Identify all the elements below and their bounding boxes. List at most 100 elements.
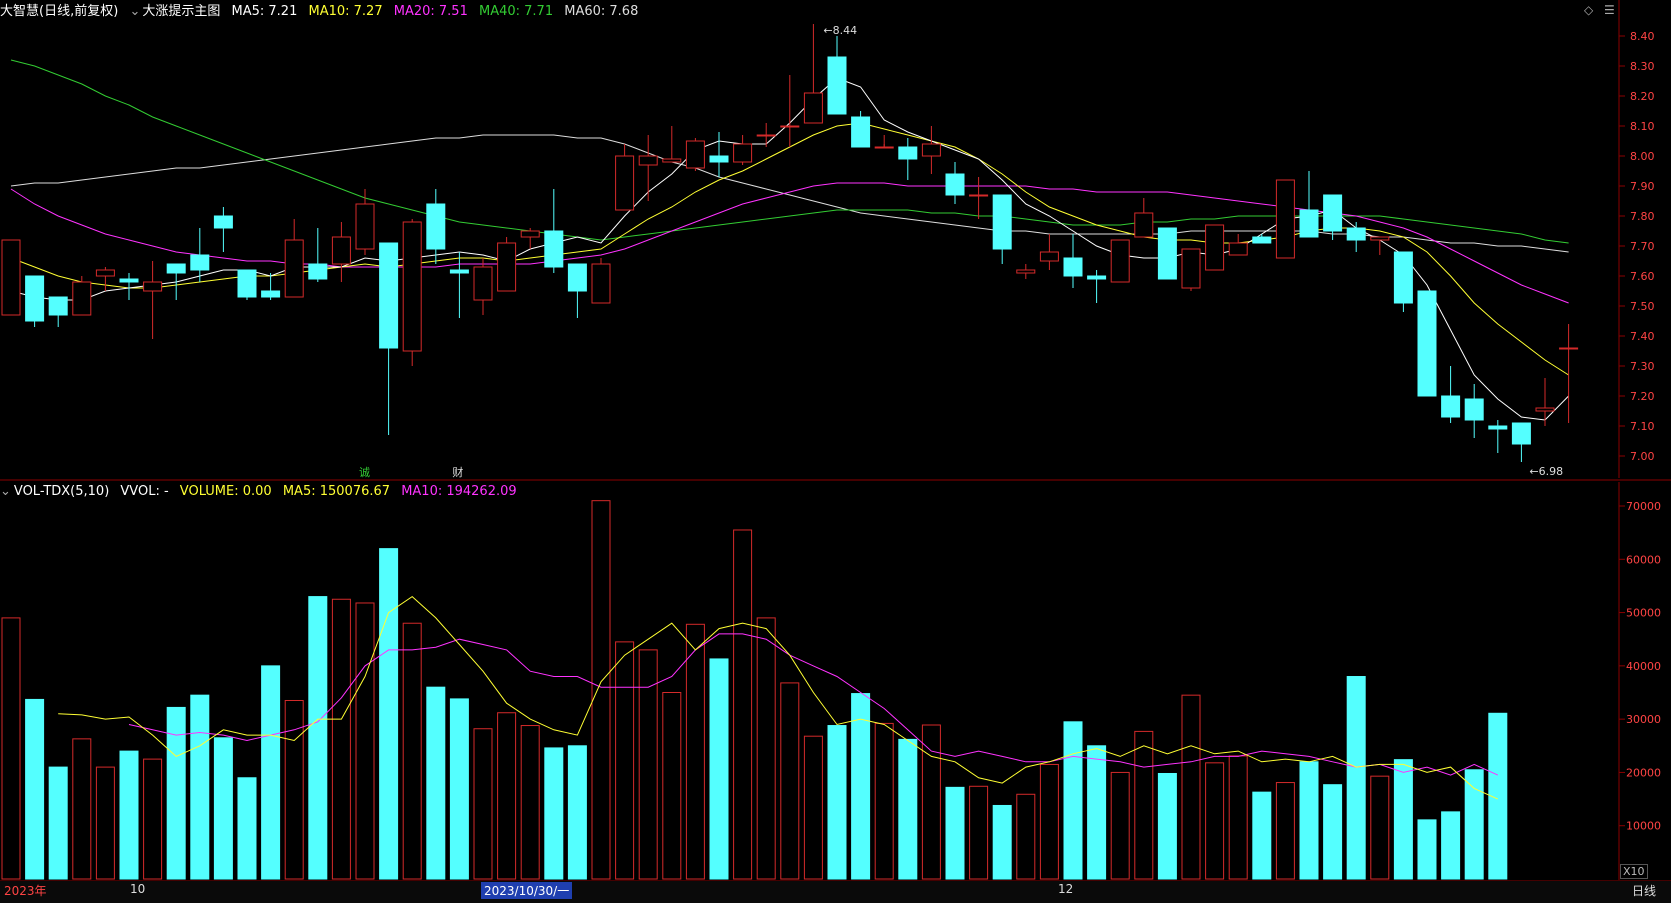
volume-bar	[969, 785, 989, 880]
candle-body	[72, 281, 92, 316]
volume-bar	[1299, 761, 1319, 880]
candle-body	[213, 215, 233, 229]
candle-body	[355, 203, 375, 250]
volume-bar	[355, 602, 375, 880]
volume-bar	[1, 617, 21, 880]
low-price-label: ←6.98	[1529, 465, 1563, 478]
price-tick-label: 8.00	[1630, 150, 1655, 163]
candle-body	[1110, 239, 1130, 283]
candle-body	[803, 92, 823, 124]
candle-body	[851, 116, 871, 148]
candle-body	[1488, 425, 1508, 430]
candle-body	[1, 239, 21, 316]
volume-bar	[261, 665, 281, 880]
candle-body	[945, 173, 965, 196]
volume-bar	[237, 777, 257, 880]
indicator-settings-icon[interactable]: ⌄	[129, 4, 140, 19]
chart-canvas[interactable]: 8.40 8.30 8.20 8.10 8.00 7.90 7.80 7.70 7.60 7.50…	[0, 0, 1671, 902]
candle-body	[544, 230, 564, 268]
candle-body	[567, 263, 587, 292]
candle-body	[95, 269, 115, 277]
volume-bar	[1087, 745, 1107, 880]
price-tick-label: 7.00	[1630, 450, 1655, 463]
volume-bar	[402, 622, 422, 880]
price-tick-label: 7.60	[1630, 270, 1655, 283]
price-tick-label: 7.70	[1630, 240, 1655, 253]
price-tick-label: 8.20	[1630, 90, 1655, 103]
volume-bar	[1252, 791, 1272, 880]
volume-bar	[803, 735, 823, 880]
candle-body	[1511, 422, 1531, 445]
main-chart-header: 大智慧(日线,前复权) ⌄ 大涨提示主图 MA5: 7.21 MA10: 7.27…	[0, 1, 645, 23]
volume-bar	[25, 698, 45, 880]
volume-indicator-name[interactable]: VOL-TDX(5,10)	[14, 484, 109, 499]
volume-bar	[544, 747, 564, 880]
vol-ma10-value: MA10: 194262.09	[401, 484, 517, 499]
candle-body	[497, 242, 517, 292]
menu-icon[interactable]: ☰	[1604, 3, 1615, 17]
x-axis-label-dec: 12	[1058, 882, 1074, 896]
candle-body	[119, 278, 139, 283]
candle-body	[1393, 251, 1413, 304]
candle-body	[1535, 407, 1555, 412]
volume-bar	[1063, 721, 1083, 880]
candle-body	[1087, 275, 1107, 280]
candle-body	[662, 158, 682, 163]
candle-body	[1181, 248, 1201, 289]
candle-body	[237, 269, 257, 298]
candle-body	[638, 155, 658, 166]
volume-bar	[520, 725, 540, 880]
volume-bar	[1205, 762, 1225, 880]
price-axis-ticks: 8.40 8.30 8.20 8.10 8.00 7.90 7.80 7.70 7.60 7.50…	[1619, 30, 1655, 463]
candle-body	[1323, 194, 1343, 232]
candle-body	[25, 275, 45, 322]
volume-bar	[709, 658, 729, 880]
event-marker-finance: 财	[452, 465, 463, 479]
diamond-icon[interactable]: ◇	[1584, 3, 1593, 17]
candle-body	[379, 242, 399, 349]
x-axis-label-year: 2023年	[4, 884, 47, 898]
period-selector-button[interactable]: 日线	[1620, 882, 1668, 900]
candle-body	[402, 221, 422, 352]
volume-bar	[48, 766, 68, 880]
candle-body	[520, 230, 540, 238]
candle-body	[1299, 209, 1319, 238]
ma60-value: MA60: 7.68	[564, 4, 639, 19]
candle-body	[261, 290, 281, 298]
vol-ma5-value: MA5: 150076.67	[282, 484, 391, 499]
candle-body	[827, 56, 847, 115]
candle-body	[969, 194, 989, 197]
candle-body	[166, 263, 186, 274]
volume-settings-icon[interactable]: ⌄	[0, 484, 11, 499]
volume-bar	[213, 737, 233, 880]
volume-bar	[827, 725, 847, 880]
volume-bar	[1157, 772, 1177, 880]
time-axis-bar[interactable]	[0, 880, 1671, 903]
volume-bars[interactable]	[1, 500, 1508, 880]
volume-bar	[166, 706, 186, 880]
volume-bar	[733, 529, 753, 880]
volume-bar	[1346, 676, 1366, 880]
candlestick-series[interactable]	[1, 24, 1579, 462]
volume-bar	[1181, 694, 1201, 880]
volume-tick-label: 30000	[1626, 713, 1661, 726]
candle-body	[1063, 257, 1083, 277]
adjust-mode[interactable]: (日线,前复权)	[39, 4, 118, 19]
volume-bar	[1417, 819, 1437, 880]
candle-body	[284, 239, 304, 298]
volume-bar	[72, 738, 92, 880]
candle-body	[1157, 227, 1177, 280]
candle-body	[615, 155, 635, 211]
volume-bar	[95, 766, 115, 880]
stock-name[interactable]: 大智慧	[0, 4, 39, 19]
candle-body	[143, 281, 163, 292]
candle-body	[1228, 242, 1248, 256]
vvol-value: VVOL: -	[120, 484, 169, 499]
kline-chart-window[interactable]: 8.40 8.30 8.20 8.10 8.00 7.90 7.80 7.70 7.60 7.50…	[0, 0, 1671, 903]
volume-bar	[331, 598, 351, 880]
ma10-line	[10, 122, 1569, 376]
main-indicator-name[interactable]: 大涨提示主图	[142, 4, 220, 19]
volume-bar	[1370, 775, 1390, 880]
volume-bar	[756, 617, 776, 880]
volume-bar	[851, 693, 871, 880]
